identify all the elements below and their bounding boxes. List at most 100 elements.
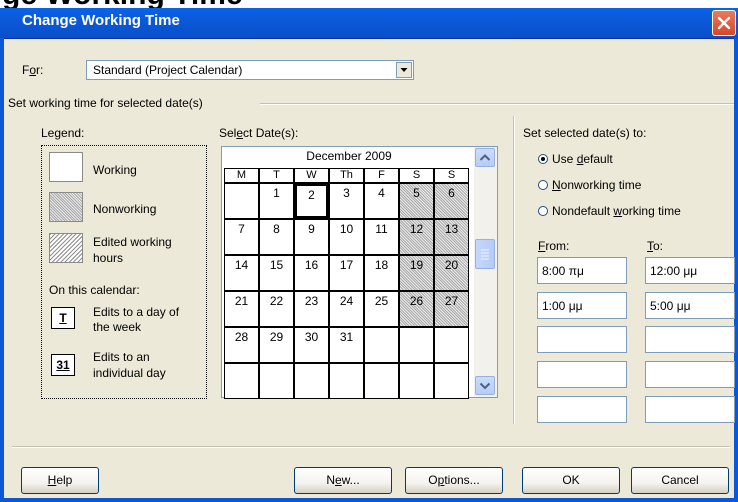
arrow-down-icon [479,382,491,390]
from-time-field-3[interactable] [537,326,627,353]
calendar-day-number: 11 [375,222,388,236]
calendar-day-cell[interactable]: 9 [294,219,329,255]
calendar-day-cell[interactable]: 14 [224,255,259,291]
weekday-header[interactable]: W [294,168,329,183]
weekday-header[interactable]: T [259,168,294,183]
from-label: From: [538,239,570,253]
calendar-day-number: 14 [234,258,249,272]
calendar-day-cell[interactable] [364,327,399,363]
calendar-day-cell[interactable]: 27 [434,291,469,327]
calendar-day-cell[interactable]: 30 [294,327,329,363]
legend-nonworking-label: Nonworking [93,202,157,216]
to-time-field-1[interactable]: 12:00 μμ [645,257,735,284]
individual-day-label-2: individual day [93,366,166,380]
calendar-day-cell[interactable] [364,363,399,399]
calendar-day-cell[interactable]: 11 [364,219,399,255]
calendar-day-cell[interactable] [434,327,469,363]
calendar-day-cell[interactable]: 8 [259,219,294,255]
calendar-day-cell[interactable]: 15 [259,255,294,291]
calendar-day-cell[interactable]: 12 [399,219,434,255]
weekday-header[interactable]: F [364,168,399,183]
calendar-day-cell[interactable]: 4 [364,183,399,219]
calendar-day-cell[interactable]: 23 [294,291,329,327]
scroll-down-button[interactable] [475,376,495,395]
from-time-field-5[interactable] [537,396,627,423]
radio-nondefault-indicator [538,206,548,216]
nonworking-swatch [49,192,83,222]
calendar-day-cell[interactable]: 5 [399,183,434,219]
radio-use-default[interactable]: Use default [538,151,708,169]
calendar-day-cell[interactable]: 25 [364,291,399,327]
radio-nonworking-time[interactable]: Nonworking time [538,177,708,195]
to-time-field-3[interactable] [645,326,735,353]
calendar-day-cell[interactable]: 17 [329,255,364,291]
legend-edited-label-1: Edited working [93,235,172,249]
calendar-day-cell[interactable] [434,363,469,399]
calendar-day-cell[interactable]: 6 [434,183,469,219]
calendar-day-number: 4 [378,186,385,200]
weekday-header[interactable]: M [224,168,259,183]
calendar-day-number: 16 [304,258,319,272]
calendar-day-cell[interactable]: 29 [259,327,294,363]
from-time-field-2[interactable]: 1:00 μμ [537,292,627,319]
weekday-header[interactable]: Th [329,168,364,183]
scroll-up-button[interactable] [475,148,495,167]
calendar-day-cell[interactable]: 20 [434,255,469,291]
new-calendar-button[interactable]: New... [294,467,392,494]
radio-nondefault-working-time[interactable]: Nondefault working time [538,203,728,221]
calendar-day-cell[interactable]: 10 [329,219,364,255]
calendar-day-number: 15 [269,258,284,272]
calendar-day-cell[interactable] [259,363,294,399]
calendar-day-cell[interactable]: 3 [329,183,364,219]
calendar-day-cell[interactable]: 16 [294,255,329,291]
calendar-day-cell[interactable]: 24 [329,291,364,327]
ok-button[interactable]: OK [522,467,620,494]
calendar-day-cell[interactable] [224,183,259,219]
cropped-title-strip: ge Working Time [0,0,738,8]
calendar-day-cell[interactable]: 13 [434,219,469,255]
from-time-field-1[interactable]: 8:00 πμ [537,257,627,284]
calendar-day-cell[interactable]: 2 [294,183,329,219]
calendar-month-title: December 2009 [306,149,392,163]
calendar-day-cell[interactable] [399,327,434,363]
weekday-header[interactable]: S [434,168,469,183]
calendar-day-cell[interactable]: 1 [259,183,294,219]
calendar-scrollbar[interactable] [474,147,497,397]
calendar-day-cell[interactable]: 18 [364,255,399,291]
calendar-day-number: 27 [444,294,459,308]
weekday-header[interactable]: S [399,168,434,183]
calendar-day-cell[interactable]: 28 [224,327,259,363]
help-button[interactable]: Help [21,467,99,494]
calendar-day-cell[interactable]: 22 [259,291,294,327]
calendar-select-dropdown-button[interactable] [396,62,412,78]
calendar-day-cell[interactable]: 26 [399,291,434,327]
radio-use-default-indicator [538,154,548,164]
calendar-day-number: 13 [444,222,459,236]
calendar-day-number: 30 [304,330,319,344]
window-title: Change Working Time [22,12,180,29]
calendar-day-cell[interactable]: 7 [224,219,259,255]
calendar-day-cell[interactable] [399,363,434,399]
calendar-day-cell[interactable]: 19 [399,255,434,291]
individual-day-label-1: Edits to an [93,350,150,364]
from-time-field-4[interactable] [537,361,627,388]
calendar-day-number: 9 [308,222,315,236]
to-time-field-4[interactable] [645,361,735,388]
calendar-select[interactable]: Standard (Project Calendar) [86,60,414,80]
options-button[interactable]: Options... [405,467,503,494]
calendar-day-cell[interactable] [294,363,329,399]
to-time-field-2[interactable]: 5:00 μμ [645,292,735,319]
close-button[interactable] [712,10,736,36]
calendar-day-cell[interactable] [329,363,364,399]
calendar-day-number: 24 [339,294,354,308]
calendar-day-number: 22 [269,294,284,308]
edited-hours-swatch [49,233,83,263]
calendar-day-number: 5 [413,186,420,200]
scroll-thumb[interactable] [475,239,495,269]
cancel-button[interactable]: Cancel [631,467,729,494]
calendar-day-cell[interactable]: 21 [224,291,259,327]
to-time-field-5[interactable] [645,396,735,423]
calendar-day-cell[interactable] [224,363,259,399]
calendar-day-cell[interactable]: 31 [329,327,364,363]
cropped-title-text: ge Working Time [2,0,243,8]
